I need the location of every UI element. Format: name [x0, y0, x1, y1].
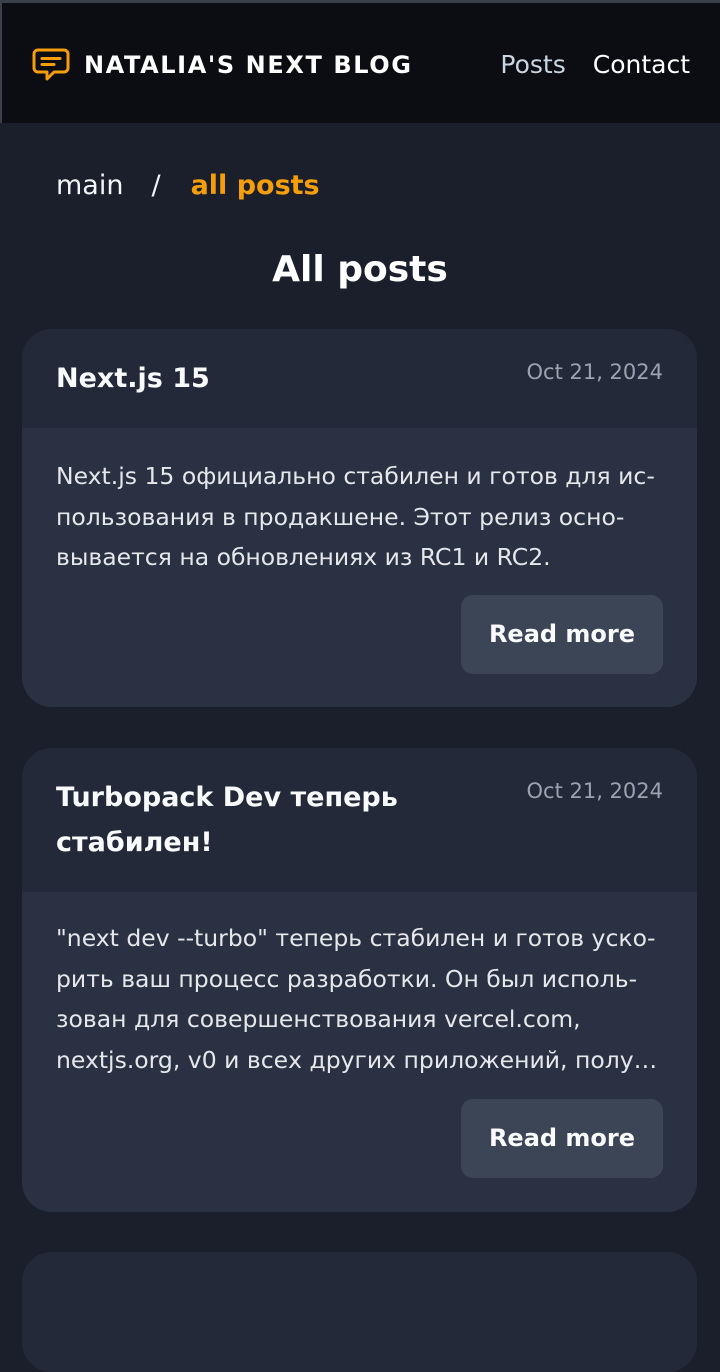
post-excerpt: Next.js 15 официально стабилен и готов д… [56, 462, 655, 571]
main-nav: Posts Contact [500, 47, 690, 83]
read-more-button[interactable]: Read more [461, 595, 663, 674]
post-card: Next.js 15 Oct 21, 2024 Next.js 15 офици… [22, 329, 697, 707]
post-card: Turbopack Dev теперь стабилен! Oct 21, 2… [22, 748, 697, 1212]
brand-title: NATALIA'S NEXT BLOG [84, 51, 413, 79]
post-date: Oct 21, 2024 [526, 360, 664, 384]
post-card-header: Turbopack Dev теперь стабилен! Oct 21, 2… [22, 748, 697, 892]
breadcrumb-current: all posts [190, 170, 320, 201]
read-more-button[interactable]: Read more [461, 1099, 663, 1178]
breadcrumb-main-link[interactable]: main [56, 166, 123, 206]
breadcrumb: main / all posts [56, 166, 320, 206]
breadcrumb-separator: / [151, 170, 161, 201]
nav-link-contact[interactable]: Contact [593, 47, 690, 83]
nav-link-posts[interactable]: Posts [500, 47, 565, 83]
brand-link[interactable]: NATALIA'S NEXT BLOG [32, 47, 413, 83]
post-card-body: Next.js 15 официально стабилен и готов д… [22, 428, 697, 578]
post-card-header: Next.js 15 Oct 21, 2024 [22, 329, 697, 428]
top-navbar: NATALIA'S NEXT BLOG Posts Contact [0, 0, 720, 123]
page-title: All posts [272, 249, 448, 290]
chat-bubble-icon [32, 48, 70, 81]
post-date: Oct 21, 2024 [526, 779, 664, 803]
post-card-body: "next dev --turbo" теперь стабилен и гот… [22, 892, 697, 1080]
post-card-header [22, 1252, 697, 1372]
post-card [22, 1252, 697, 1372]
post-excerpt: "next dev --turbo" теперь стабилен и гот… [56, 924, 658, 1074]
